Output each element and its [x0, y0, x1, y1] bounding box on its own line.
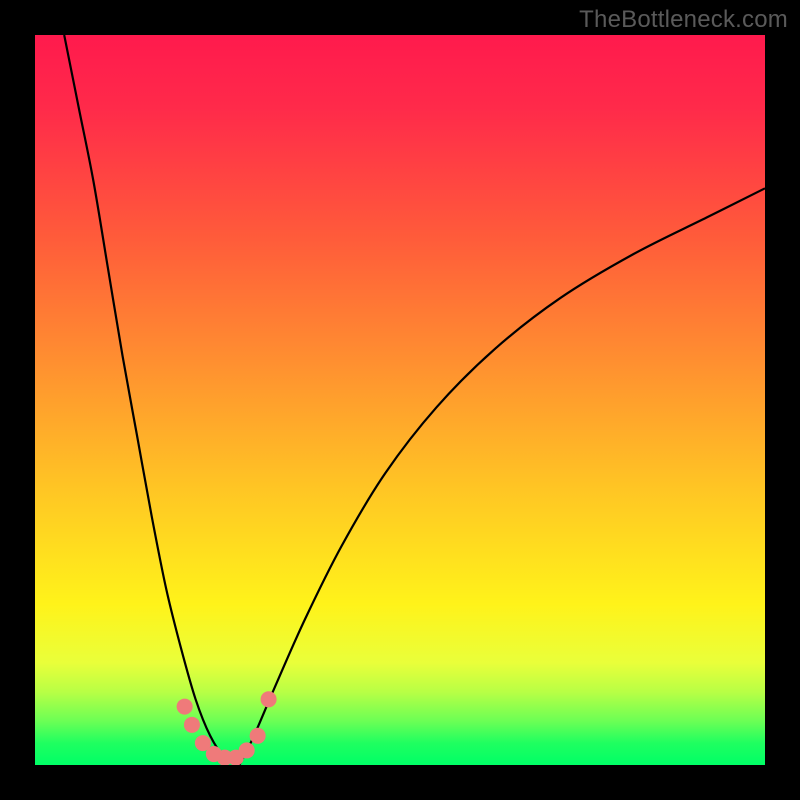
valley-dot — [184, 717, 200, 733]
valley-dot — [177, 699, 193, 715]
chart-svg — [35, 35, 765, 765]
valley-dot — [250, 728, 266, 744]
valley-dot — [239, 742, 255, 758]
curve-left — [64, 35, 239, 765]
valley-dots — [177, 691, 277, 765]
outer-frame: TheBottleneck.com — [0, 0, 800, 800]
curve-right — [239, 188, 765, 765]
valley-dot — [261, 691, 277, 707]
plot-area — [35, 35, 765, 765]
watermark-text: TheBottleneck.com — [579, 6, 788, 34]
